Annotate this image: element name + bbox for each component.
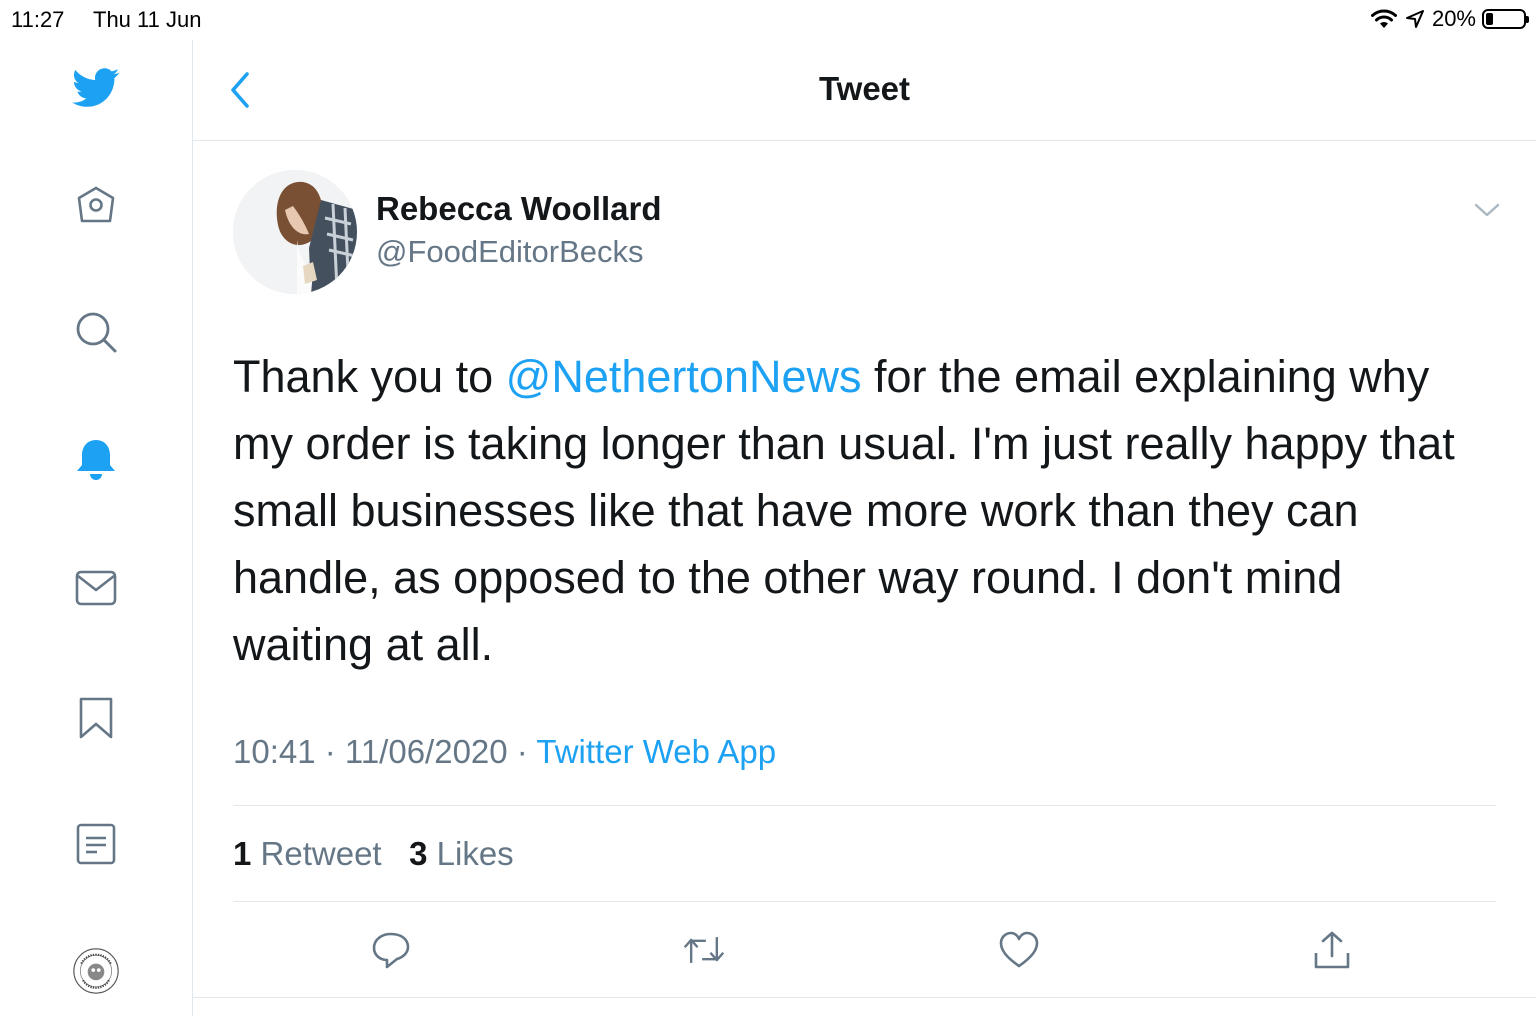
retweet-stat[interactable]: 1 Retweet xyxy=(233,835,382,872)
tweet-stats: 1 Retweet 3 Likes xyxy=(233,835,514,873)
bookmark-icon[interactable] xyxy=(72,694,120,742)
home-icon[interactable] xyxy=(72,181,120,229)
author-name[interactable]: Rebecca Woollard xyxy=(376,190,661,228)
twitter-logo-icon[interactable] xyxy=(72,64,120,112)
mention-link[interactable]: @NethertonNews xyxy=(506,351,862,402)
status-time: 11:27 xyxy=(11,7,65,32)
chevron-down-icon xyxy=(1474,203,1500,217)
tweet-text: Thank you to @NethertonNews for the emai… xyxy=(233,343,1483,678)
like-button[interactable] xyxy=(997,928,1041,972)
sidebar xyxy=(0,40,193,1016)
author-handle[interactable]: @FoodEditorBecks xyxy=(376,234,644,270)
profile-avatar-icon[interactable] xyxy=(72,947,120,995)
tweet-source-link[interactable]: Twitter Web App xyxy=(536,733,776,770)
share-button[interactable] xyxy=(1310,928,1354,972)
likes-label: Likes xyxy=(436,835,514,872)
status-date: Thu 11 Jun xyxy=(93,7,202,32)
notifications-bell-icon[interactable] xyxy=(72,436,120,484)
battery-level xyxy=(1486,13,1493,25)
tweet-text-start: Thank you to xyxy=(233,351,506,402)
tweet-date: 11/06/2020 xyxy=(344,733,508,770)
meta-separator: · xyxy=(315,733,345,770)
likes-stat[interactable]: 3 Likes xyxy=(409,835,514,872)
retweet-button[interactable] xyxy=(682,928,726,972)
messages-envelope-icon[interactable] xyxy=(72,564,120,612)
divider xyxy=(233,805,1496,806)
heart-icon xyxy=(999,931,1039,968)
like-count: 3 xyxy=(409,835,428,872)
location-arrow-icon xyxy=(1405,10,1424,28)
battery-percent: 20% xyxy=(1431,6,1476,31)
retweet-icon xyxy=(683,937,725,963)
divider xyxy=(233,901,1496,902)
status-right: 20% xyxy=(1370,6,1529,32)
wifi-icon xyxy=(1370,9,1397,28)
share-icon xyxy=(1314,931,1350,969)
header-bar: Tweet xyxy=(193,40,1536,141)
retweet-count: 1 xyxy=(233,835,252,872)
reply-icon xyxy=(372,932,410,969)
status-bar: 11:27 Thu 11 Jun 20% xyxy=(0,0,1536,40)
tweet-options-button[interactable] xyxy=(1472,200,1502,220)
lists-icon[interactable] xyxy=(72,820,120,868)
tweet-time: 10:41 xyxy=(233,733,316,770)
divider xyxy=(193,997,1536,998)
tweet-meta: 10:41 · 11/06/2020 · Twitter Web App xyxy=(233,733,776,771)
author-avatar[interactable] xyxy=(233,170,357,294)
reply-button[interactable] xyxy=(369,928,413,972)
page-title: Tweet xyxy=(818,70,911,107)
retweet-label: Retweet xyxy=(260,835,382,872)
meta-separator: · xyxy=(507,733,537,770)
battery-icon xyxy=(1482,9,1529,29)
search-icon[interactable] xyxy=(72,308,120,356)
